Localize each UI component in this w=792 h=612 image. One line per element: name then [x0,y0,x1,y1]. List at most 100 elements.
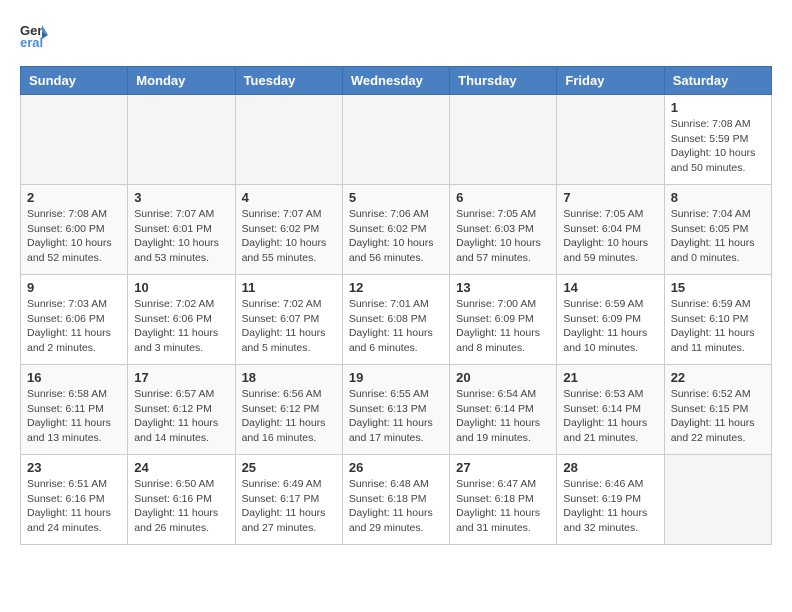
calendar-cell: 28 Sunrise: 6:46 AM Sunset: 6:19 PM Dayli… [557,455,664,545]
calendar-cell: 20 Sunrise: 6:54 AM Sunset: 6:14 PM Dayli… [450,365,557,455]
day-info: Sunrise: 7:07 AM Sunset: 6:02 PM Dayligh… [242,207,336,266]
day-number: 19 [349,370,443,385]
calendar-cell [128,95,235,185]
day-number: 28 [563,460,657,475]
day-number: 27 [456,460,550,475]
calendar-cell: 19 Sunrise: 6:55 AM Sunset: 6:13 PM Dayli… [342,365,449,455]
day-number: 14 [563,280,657,295]
day-info: Sunrise: 6:49 AM Sunset: 6:17 PM Dayligh… [242,477,336,536]
day-info: Sunrise: 7:07 AM Sunset: 6:01 PM Dayligh… [134,207,228,266]
day-number: 1 [671,100,765,115]
calendar-cell: 23Sunrise: 6:51 AM Sunset: 6:16 PM Dayli… [21,455,128,545]
day-number: 11 [242,280,336,295]
day-number: 10 [134,280,228,295]
calendar-cell: 16 Sunrise: 6:58 AM Sunset: 6:11 PM Dayli… [21,365,128,455]
calendar-cell: 5 Sunrise: 7:06 AM Sunset: 6:02 PM Daylig… [342,185,449,275]
calendar-cell [557,95,664,185]
calendar-cell: 7 Sunrise: 7:05 AM Sunset: 6:04 PM Daylig… [557,185,664,275]
day-info: Sunrise: 6:46 AM Sunset: 6:19 PM Dayligh… [563,477,657,536]
calendar-cell: 3 Sunrise: 7:07 AM Sunset: 6:01 PM Daylig… [128,185,235,275]
weekday-header-monday: Monday [128,67,235,95]
day-info: Sunrise: 7:02 AM Sunset: 6:07 PM Dayligh… [242,297,336,356]
day-number: 8 [671,190,765,205]
calendar-cell [664,455,771,545]
calendar-cell: 2 Sunrise: 7:08 AM Sunset: 6:00 PM Daylig… [21,185,128,275]
weekday-header-saturday: Saturday [664,67,771,95]
calendar-cell: 27 Sunrise: 6:47 AM Sunset: 6:18 PM Dayli… [450,455,557,545]
day-number: 20 [456,370,550,385]
calendar-cell: 24 Sunrise: 6:50 AM Sunset: 6:16 PM Dayli… [128,455,235,545]
calendar-cell: 25 Sunrise: 6:49 AM Sunset: 6:17 PM Dayli… [235,455,342,545]
calendar-cell: 17 Sunrise: 6:57 AM Sunset: 6:12 PM Dayli… [128,365,235,455]
calendar-cell [450,95,557,185]
day-info: Sunrise: 6:52 AM Sunset: 6:15 PM Dayligh… [671,387,765,446]
day-info: Sunrise: 6:55 AM Sunset: 6:13 PM Dayligh… [349,387,443,446]
calendar-week-4: 16 Sunrise: 6:58 AM Sunset: 6:11 PM Dayli… [21,365,772,455]
logo: Gen eral [20,20,54,50]
calendar-cell [235,95,342,185]
day-info: Sunrise: 6:56 AM Sunset: 6:12 PM Dayligh… [242,387,336,446]
day-info: Sunrise: 6:57 AM Sunset: 6:12 PM Dayligh… [134,387,228,446]
day-info: Sunrise: 7:08 AM Sunset: 5:59 PM Dayligh… [671,117,765,176]
calendar-cell: 15 Sunrise: 6:59 AM Sunset: 6:10 PM Dayli… [664,275,771,365]
weekday-header-thursday: Thursday [450,67,557,95]
calendar-cell: 14 Sunrise: 6:59 AM Sunset: 6:09 PM Dayli… [557,275,664,365]
day-number: 18 [242,370,336,385]
day-number: 24 [134,460,228,475]
calendar-cell: 8 Sunrise: 7:04 AM Sunset: 6:05 PM Daylig… [664,185,771,275]
day-number: 4 [242,190,336,205]
calendar-table: SundayMondayTuesdayWednesdayThursdayFrid… [20,66,772,545]
day-info: Sunrise: 7:04 AM Sunset: 6:05 PM Dayligh… [671,207,765,266]
calendar-cell: 10Sunrise: 7:02 AM Sunset: 6:06 PM Dayli… [128,275,235,365]
calendar-week-5: 23Sunrise: 6:51 AM Sunset: 6:16 PM Dayli… [21,455,772,545]
day-number: 17 [134,370,228,385]
day-info: Sunrise: 7:00 AM Sunset: 6:09 PM Dayligh… [456,297,550,356]
day-info: Sunrise: 6:59 AM Sunset: 6:10 PM Dayligh… [671,297,765,356]
day-info: Sunrise: 6:58 AM Sunset: 6:11 PM Dayligh… [27,387,121,446]
weekday-header-tuesday: Tuesday [235,67,342,95]
day-info: Sunrise: 7:08 AM Sunset: 6:00 PM Dayligh… [27,207,121,266]
weekday-header-sunday: Sunday [21,67,128,95]
day-info: Sunrise: 6:48 AM Sunset: 6:18 PM Dayligh… [349,477,443,536]
calendar-cell: 26 Sunrise: 6:48 AM Sunset: 6:18 PM Dayli… [342,455,449,545]
day-info: Sunrise: 7:05 AM Sunset: 6:04 PM Dayligh… [563,207,657,266]
day-number: 22 [671,370,765,385]
day-number: 9 [27,280,121,295]
logo-icon: Gen eral [20,20,50,50]
day-info: Sunrise: 7:05 AM Sunset: 6:03 PM Dayligh… [456,207,550,266]
day-number: 3 [134,190,228,205]
day-info: Sunrise: 7:03 AM Sunset: 6:06 PM Dayligh… [27,297,121,356]
calendar-cell: 11 Sunrise: 7:02 AM Sunset: 6:07 PM Dayli… [235,275,342,365]
day-number: 25 [242,460,336,475]
day-number: 12 [349,280,443,295]
calendar-cell: 13Sunrise: 7:00 AM Sunset: 6:09 PM Dayli… [450,275,557,365]
calendar-cell: 6Sunrise: 7:05 AM Sunset: 6:03 PM Daylig… [450,185,557,275]
day-info: Sunrise: 6:53 AM Sunset: 6:14 PM Dayligh… [563,387,657,446]
svg-text:eral: eral [20,35,43,50]
day-info: Sunrise: 7:06 AM Sunset: 6:02 PM Dayligh… [349,207,443,266]
day-number: 5 [349,190,443,205]
calendar-cell: 22 Sunrise: 6:52 AM Sunset: 6:15 PM Dayli… [664,365,771,455]
header: Gen eral [20,20,772,50]
day-number: 2 [27,190,121,205]
calendar-cell: 21 Sunrise: 6:53 AM Sunset: 6:14 PM Dayli… [557,365,664,455]
day-info: Sunrise: 6:47 AM Sunset: 6:18 PM Dayligh… [456,477,550,536]
day-info: Sunrise: 6:59 AM Sunset: 6:09 PM Dayligh… [563,297,657,356]
day-info: Sunrise: 6:54 AM Sunset: 6:14 PM Dayligh… [456,387,550,446]
calendar-week-3: 9 Sunrise: 7:03 AM Sunset: 6:06 PM Daylig… [21,275,772,365]
calendar-cell [21,95,128,185]
day-number: 7 [563,190,657,205]
weekday-header-row: SundayMondayTuesdayWednesdayThursdayFrid… [21,67,772,95]
day-number: 15 [671,280,765,295]
day-number: 21 [563,370,657,385]
calendar-cell: 4 Sunrise: 7:07 AM Sunset: 6:02 PM Daylig… [235,185,342,275]
day-info: Sunrise: 7:01 AM Sunset: 6:08 PM Dayligh… [349,297,443,356]
calendar-cell: 12 Sunrise: 7:01 AM Sunset: 6:08 PM Dayli… [342,275,449,365]
day-info: Sunrise: 6:50 AM Sunset: 6:16 PM Dayligh… [134,477,228,536]
day-number: 16 [27,370,121,385]
calendar-cell: 18 Sunrise: 6:56 AM Sunset: 6:12 PM Dayli… [235,365,342,455]
calendar-cell: 9 Sunrise: 7:03 AM Sunset: 6:06 PM Daylig… [21,275,128,365]
day-number: 26 [349,460,443,475]
calendar-cell: 1 Sunrise: 7:08 AM Sunset: 5:59 PM Daylig… [664,95,771,185]
day-number: 23 [27,460,121,475]
